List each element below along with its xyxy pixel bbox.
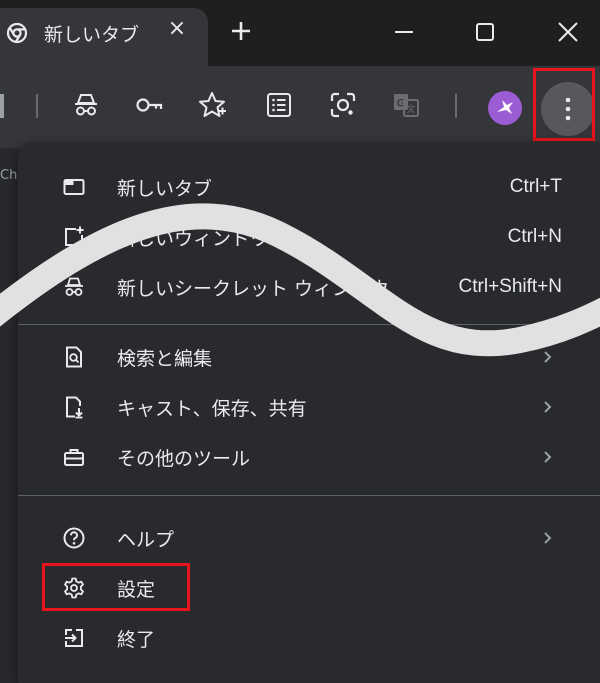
menu-divider: [18, 324, 600, 325]
menu-item-help[interactable]: ヘルプ: [18, 513, 600, 563]
translate-icon[interactable]: G 文: [391, 90, 421, 120]
menu-item-label: 検索と編集: [117, 348, 213, 370]
tab-new-tab[interactable]: 新しいタブ ×: [0, 8, 208, 66]
key-icon[interactable]: [134, 90, 164, 120]
chrome-icon: [6, 22, 28, 44]
search-edit-icon: [66, 346, 82, 368]
minimize-icon[interactable]: [384, 14, 424, 50]
menu-item-shortcut: Ctrl+N: [507, 226, 562, 247]
profile-avatar[interactable]: [488, 91, 522, 125]
menu-item-cast-save-share[interactable]: キャスト、保存、共有: [18, 382, 600, 432]
menu-item-label: 新しいウィンドウ: [117, 228, 270, 250]
toolbar: G 文: [0, 66, 600, 148]
menu-item-label: ヘルプ: [117, 529, 175, 551]
bird-icon: [497, 100, 513, 114]
new-tab-icon: [63, 179, 85, 195]
chevron-right-icon: [544, 351, 552, 363]
chevron-right-icon: [544, 451, 552, 463]
toolbar-edge: [0, 94, 4, 118]
menu-item-search-edit[interactable]: 検索と編集: [18, 332, 600, 382]
tab-close-button[interactable]: ×: [166, 18, 188, 40]
menu-button-highlight: [533, 68, 595, 141]
toolbar-separator: [36, 94, 38, 118]
exit-icon: [65, 629, 83, 647]
menu-item-exit[interactable]: 終了: [18, 613, 600, 663]
help-icon: [63, 527, 85, 549]
new-window-icon: [65, 226, 84, 246]
incognito-toolbar-icon[interactable]: [71, 90, 101, 120]
menu-item-label: 新しいシークレット ウィンドウ: [117, 278, 390, 300]
menu-item-label: キャスト、保存、共有: [117, 398, 307, 420]
google-lens-icon[interactable]: [328, 90, 358, 120]
page-content-edge: [0, 148, 20, 683]
menu-item-new-tab[interactable]: 新しいタブ Ctrl+T: [18, 162, 600, 212]
more-tools-icon: [64, 449, 84, 466]
menu-item-new-incognito-window[interactable]: 新しいシークレット ウィンドウ Ctrl+Shift+N: [18, 262, 600, 312]
maximize-icon[interactable]: [465, 14, 505, 50]
reading-list-icon[interactable]: [264, 90, 294, 120]
toolbar-separator-2: [455, 94, 457, 118]
settings-highlight: [42, 563, 190, 611]
bookmark-star-icon[interactable]: [197, 90, 227, 120]
chevron-right-icon: [544, 532, 552, 544]
tab-title: 新しいタブ: [44, 24, 140, 46]
cast-save-share-icon: [66, 396, 83, 419]
menu-item-shortcut: Ctrl+T: [509, 176, 562, 197]
incognito-icon: [65, 277, 83, 296]
tab-strip: 新しいタブ ×: [0, 0, 600, 66]
menu-item-label: その他のツール: [117, 448, 251, 470]
browser-window: 新しいタブ × G 文 Ch 新しいタブ Ctrl+T 新しいウィンドウ Ctr…: [0, 0, 600, 683]
menu-item-label: 新しいタブ: [117, 178, 213, 200]
page-partial-text: Ch: [0, 168, 18, 183]
svg-text:文: 文: [406, 103, 415, 115]
menu-item-more-tools[interactable]: その他のツール: [18, 432, 600, 482]
close-window-icon[interactable]: [548, 14, 588, 50]
menu-item-shortcut: Ctrl+Shift+N: [458, 276, 562, 297]
new-tab-plus-icon[interactable]: [228, 18, 254, 44]
menu-item-label: 終了: [117, 629, 156, 651]
menu-item-new-window[interactable]: 新しいウィンドウ Ctrl+N: [18, 212, 600, 262]
chevron-right-icon: [544, 401, 552, 413]
menu-divider: [18, 495, 600, 496]
